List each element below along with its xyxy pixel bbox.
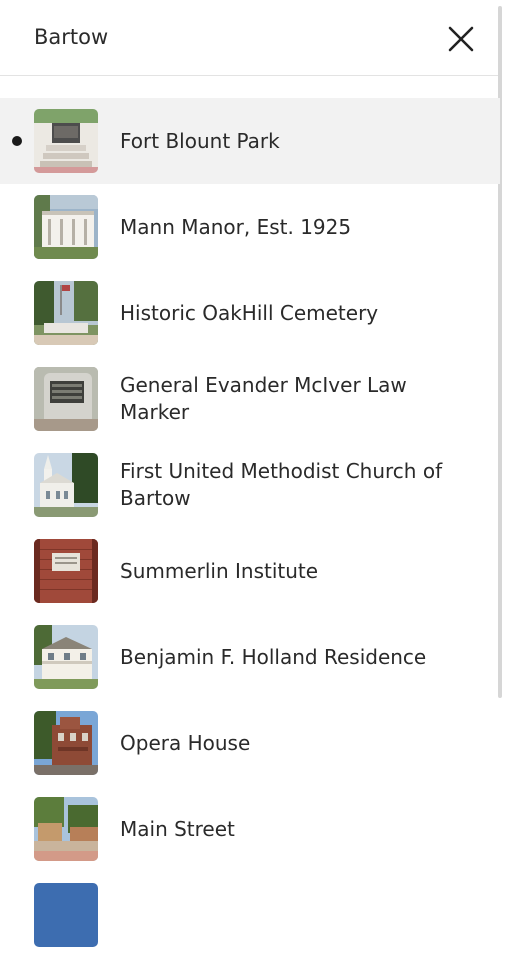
place-thumbnail: [34, 109, 98, 173]
place-name: Summerlin Institute: [120, 558, 319, 583]
place-thumbnail: [34, 539, 98, 603]
place-thumbnail: [34, 625, 98, 689]
place-list: Fort Blount Park Mann Manor, Est. 1925 H…: [0, 98, 500, 958]
list-item[interactable]: General Evander McIver Law Marker: [0, 356, 500, 442]
list-item[interactable]: Opera House: [0, 700, 500, 786]
close-icon: [448, 26, 474, 52]
list-item[interactable]: [0, 872, 500, 958]
list-item[interactable]: First United Methodist Church of Bartow: [0, 442, 500, 528]
place-name: Historic OakHill Cemetery: [120, 300, 379, 325]
place-name: Fort Blount Park: [120, 128, 280, 153]
list-item[interactable]: Mann Manor, Est. 1925: [0, 184, 500, 270]
list-item[interactable]: Benjamin F. Holland Residence: [0, 614, 500, 700]
place-thumbnail: [34, 883, 98, 947]
place-name: Benjamin F. Holland Residence: [120, 644, 427, 669]
list-item[interactable]: Historic OakHill Cemetery: [0, 270, 500, 356]
place-thumbnail: [34, 453, 98, 517]
list-item[interactable]: Fort Blount Park: [0, 98, 500, 184]
place-thumbnail: [34, 367, 98, 431]
page-title: Bartow: [34, 25, 109, 49]
place-thumbnail: [34, 195, 98, 259]
place-name: Main Street: [120, 816, 235, 841]
list-item[interactable]: Summerlin Institute: [0, 528, 500, 614]
place-thumbnail: [34, 711, 98, 775]
selected-bullet: [12, 136, 22, 146]
place-thumbnail: [34, 281, 98, 345]
place-name: Opera House: [120, 730, 251, 755]
close-button[interactable]: [444, 22, 478, 56]
header: Bartow: [0, 0, 500, 76]
place-thumbnail: [34, 797, 98, 861]
list-item[interactable]: Main Street: [0, 786, 500, 872]
place-name: General Evander McIver Law Marker: [120, 373, 407, 424]
place-name: First United Methodist Church of Bartow: [120, 459, 443, 510]
place-name: Mann Manor, Est. 1925: [120, 214, 352, 239]
